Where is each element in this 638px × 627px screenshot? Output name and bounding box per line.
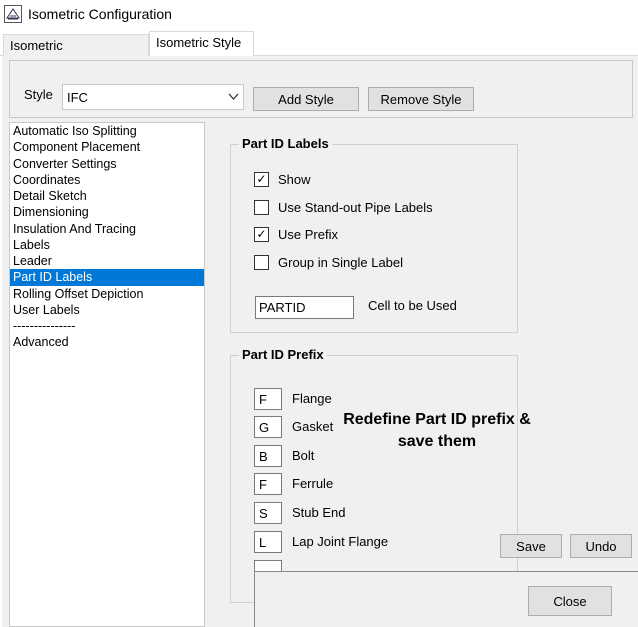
tab-isometric-management[interactable]: Isometric Management	[3, 34, 149, 68]
nav-item[interactable]: Automatic Iso Splitting	[10, 123, 204, 139]
standout-pipe-labels-label: Use Stand-out Pipe Labels	[278, 200, 433, 215]
style-dropdown-value: IFC	[67, 90, 88, 105]
flange-prefix-input[interactable]	[254, 388, 282, 410]
nav-item[interactable]: Leader	[10, 253, 204, 269]
remove-style-button[interactable]: Remove Style	[368, 87, 474, 111]
gasket-label: Gasket	[292, 419, 334, 434]
window-title: Isometric Configuration	[28, 6, 172, 22]
chevron-down-icon	[228, 90, 239, 104]
undo-button[interactable]: Undo	[570, 534, 632, 558]
add-style-button[interactable]: Add Style	[253, 87, 359, 111]
nav-item[interactable]: Advanced	[10, 334, 204, 350]
part-id-labels-group: Part ID Labels ✓ Show Use Stand-out Pipe…	[230, 136, 518, 333]
tab-isometric-style[interactable]: Isometric Style	[149, 31, 254, 57]
use-prefix-checkbox[interactable]: ✓	[254, 227, 269, 242]
part-id-labels-legend: Part ID Labels	[239, 136, 332, 151]
show-label: Show	[278, 172, 311, 187]
ferrule-prefix-input[interactable]	[254, 473, 282, 495]
nav-item[interactable]: Dimensioning	[10, 204, 204, 220]
title-bar: Isometric Configuration	[0, 0, 638, 30]
bolt-prefix-input[interactable]	[254, 445, 282, 467]
nav-item[interactable]: Rolling Offset Depiction	[10, 286, 204, 302]
stub-end-label: Stub End	[292, 505, 346, 520]
show-checkbox[interactable]: ✓	[254, 172, 269, 187]
nav-item[interactable]: Part ID Labels	[10, 269, 204, 286]
part-id-prefix-group: Part ID Prefix Flange Gasket Bolt Ferrul…	[230, 347, 518, 603]
flange-label: Flange	[292, 391, 332, 406]
style-label: Style	[24, 87, 53, 102]
use-prefix-label: Use Prefix	[278, 227, 338, 242]
dialog-footer: Close	[254, 571, 638, 627]
tab-strip: Isometric Management Isometric Style	[0, 30, 638, 68]
nav-item[interactable]: Insulation And Tracing	[10, 221, 204, 237]
nav-item[interactable]: ---------------	[10, 318, 204, 334]
stub-end-prefix-input[interactable]	[254, 502, 282, 524]
group-single-label-checkbox[interactable]	[254, 255, 269, 270]
nav-item[interactable]: Component Placement	[10, 139, 204, 155]
isometric-app-icon	[4, 5, 22, 23]
cell-to-be-used-input[interactable]	[255, 296, 354, 319]
part-id-prefix-legend: Part ID Prefix	[239, 347, 327, 362]
annotation-callout: Redefine Part ID prefix & save them	[343, 411, 531, 450]
nav-item[interactable]: Labels	[10, 237, 204, 253]
save-button[interactable]: Save	[500, 534, 562, 558]
bolt-label: Bolt	[292, 448, 315, 463]
nav-item[interactable]: Detail Sketch	[10, 188, 204, 204]
nav-item[interactable]: Converter Settings	[10, 156, 204, 172]
close-button[interactable]: Close	[528, 586, 612, 616]
standout-pipe-labels-checkbox[interactable]	[254, 200, 269, 215]
style-selector-group: Style IFC Add Style Remove Style	[9, 60, 633, 118]
nav-item[interactable]: Coordinates	[10, 172, 204, 188]
group-single-label-label: Group in Single Label	[278, 255, 404, 270]
nav-item[interactable]: User Labels	[10, 302, 204, 318]
style-category-list[interactable]: Automatic Iso Splitting Component Placeme…	[9, 122, 205, 627]
cell-to-be-used-label: Cell to be Used	[368, 298, 457, 313]
gasket-prefix-input[interactable]	[254, 416, 282, 438]
isometric-style-panel: Style IFC Add Style Remove Style Automat…	[2, 56, 638, 627]
lap-joint-flange-label: Lap Joint Flange	[292, 534, 389, 549]
lap-joint-flange-prefix-input[interactable]	[254, 531, 282, 553]
ferrule-label: Ferrule	[292, 476, 334, 491]
style-dropdown[interactable]: IFC	[62, 84, 244, 110]
